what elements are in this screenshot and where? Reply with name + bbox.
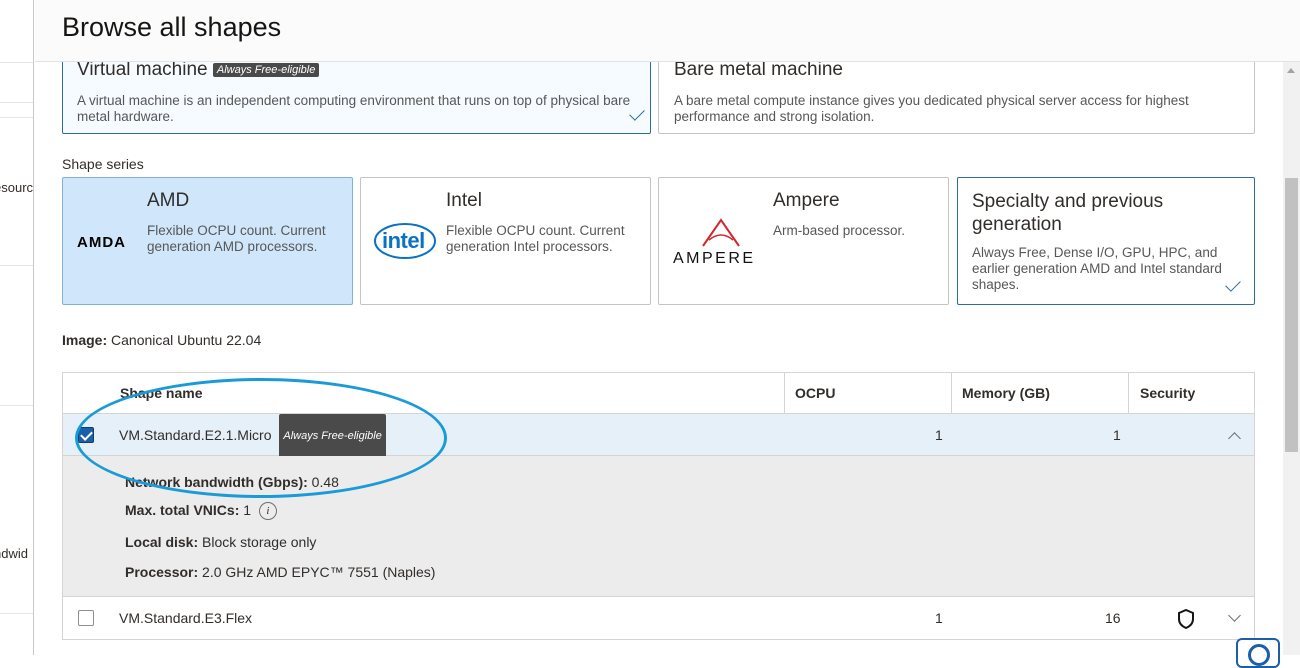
panel-header: Browse all shapes	[35, 0, 1300, 62]
background-text: esourc	[0, 180, 34, 195]
row-details: Network bandwidth (Gbps): 0.48 Max. tota…	[63, 456, 1254, 597]
amd-logo: AMDA	[77, 234, 126, 251]
shape-name: VM.Standard.E2.1.Micro	[119, 427, 272, 443]
detail-label: Network bandwidth (Gbps):	[125, 474, 308, 490]
column-header-security[interactable]: Security	[1140, 373, 1195, 414]
series-card-intel[interactable]: intel Intel Flexible OCPU count. Current…	[360, 177, 651, 305]
divider	[0, 62, 33, 63]
detail-label: Local disk:	[125, 534, 199, 550]
divider	[0, 405, 33, 406]
card-description: Arm-based processor.	[773, 223, 906, 238]
scrollbar[interactable]	[1283, 62, 1300, 655]
detail-network-bandwidth: Network bandwidth (Gbps): 0.48	[125, 474, 339, 490]
ampere-logo-mark	[699, 218, 743, 248]
card-description: A bare metal compute instance gives you …	[674, 93, 1189, 124]
shape-series-label: Shape series	[62, 156, 144, 172]
detail-max-vnics: Max. total VNICs: 1 i	[125, 502, 277, 521]
ocpu-cell: 1	[935, 610, 943, 626]
series-card-amd[interactable]: AMDA AMD Flexible OCPU count. Current ge…	[62, 177, 353, 305]
card-title: Ampere	[773, 190, 840, 211]
shape-name-cell: VM.Standard.E2.1.Micro Always Free-eligi…	[119, 414, 386, 459]
card-description: Always Free, Dense I/O, GPU, HPC, and ea…	[972, 245, 1222, 292]
series-card-ampere[interactable]: AMPERE Ampere Arm-based processor.	[658, 177, 949, 305]
image-value: Canonical Ubuntu 22.04	[111, 332, 262, 348]
memory-cell: 16	[1105, 610, 1121, 626]
table-row[interactable]: VM.Standard.E2.1.Micro Always Free-eligi…	[63, 414, 1254, 459]
ocpu-cell: 1	[935, 427, 943, 443]
browse-shapes-panel: Browse all shapes Virtual machine Always…	[35, 0, 1300, 655]
ampere-logo: AMPERE	[673, 250, 756, 267]
shapes-table: Shape name OCPU Memory (GB) Security VM.…	[62, 372, 1255, 640]
info-icon[interactable]: i	[258, 502, 277, 521]
column-header-memory[interactable]: Memory (GB)	[962, 373, 1050, 414]
divider	[784, 373, 785, 414]
panel-content: Virtual machine Always Free-eligible A v…	[35, 62, 1283, 655]
instance-type-virtual-machine[interactable]: Virtual machine Always Free-eligible A v…	[62, 62, 651, 134]
image-label: Image:	[62, 332, 108, 348]
card-title: Specialty and previous generation	[972, 191, 1164, 235]
intel-logo-text: intel	[382, 228, 425, 253]
scroll-up-arrow[interactable]	[1287, 68, 1295, 73]
memory-cell: 1	[1113, 427, 1121, 443]
panel-title: Browse all shapes	[62, 12, 282, 42]
help-icon	[1248, 644, 1270, 666]
detail-local-disk: Local disk: Block storage only	[125, 534, 316, 550]
divider	[0, 265, 33, 266]
chevron-up-icon[interactable]	[1228, 432, 1241, 445]
row-checkbox[interactable]	[78, 610, 94, 626]
chevron-down-icon[interactable]	[1228, 609, 1241, 622]
detail-value: 0.48	[311, 474, 339, 490]
detail-label: Max. total VNICs:	[125, 502, 240, 518]
always-free-badge: Always Free-eligible	[279, 414, 386, 459]
card-title: Bare metal machine	[674, 62, 843, 80]
always-free-badge: Always Free-eligible	[212, 62, 320, 77]
scroll-thumb[interactable]	[1285, 178, 1298, 452]
card-description: Flexible OCPU count. Current generation …	[147, 223, 326, 254]
instance-type-bare-metal[interactable]: Bare metal machine A bare metal compute …	[658, 62, 1255, 134]
series-card-specialty[interactable]: Specialty and previous generation Always…	[957, 177, 1255, 305]
row-checkbox[interactable]	[78, 427, 94, 443]
detail-value: 2.0 GHz AMD EPYC™ 7551 (Naples)	[202, 564, 436, 580]
detail-label: Processor:	[125, 564, 199, 580]
shape-name: VM.Standard.E3.Flex	[119, 610, 253, 626]
background-text: ndwid	[0, 546, 28, 561]
card-description: Flexible OCPU count. Current generation …	[446, 223, 625, 254]
detail-value: Block storage only	[202, 534, 317, 550]
intel-logo: intel	[373, 220, 437, 262]
table-row[interactable]: VM.Standard.E3.Flex 1 16	[63, 597, 1254, 639]
divider	[0, 102, 33, 103]
divider	[951, 373, 952, 414]
shield-icon	[1177, 608, 1195, 630]
column-header-ocpu[interactable]: OCPU	[795, 373, 835, 414]
divider	[0, 613, 33, 614]
background-page: esourc ndwid	[0, 0, 34, 655]
detail-processor: Processor: 2.0 GHz AMD EPYC™ 7551 (Naple…	[125, 564, 435, 580]
divider	[1128, 373, 1129, 414]
help-button[interactable]	[1236, 638, 1280, 668]
divider	[0, 117, 33, 118]
table-header: Shape name OCPU Memory (GB) Security	[63, 373, 1254, 414]
card-title: Intel	[446, 190, 482, 211]
column-header-shape-name[interactable]: Shape name	[120, 373, 202, 414]
detail-value: 1	[243, 502, 252, 518]
card-description: A virtual machine is an independent comp…	[77, 93, 631, 124]
card-title: Virtual machine Always Free-eligible	[77, 62, 320, 81]
card-title: AMD	[147, 190, 190, 211]
card-title-text: Virtual machine	[77, 62, 208, 80]
image-info: Image: Canonical Ubuntu 22.04	[62, 332, 261, 348]
